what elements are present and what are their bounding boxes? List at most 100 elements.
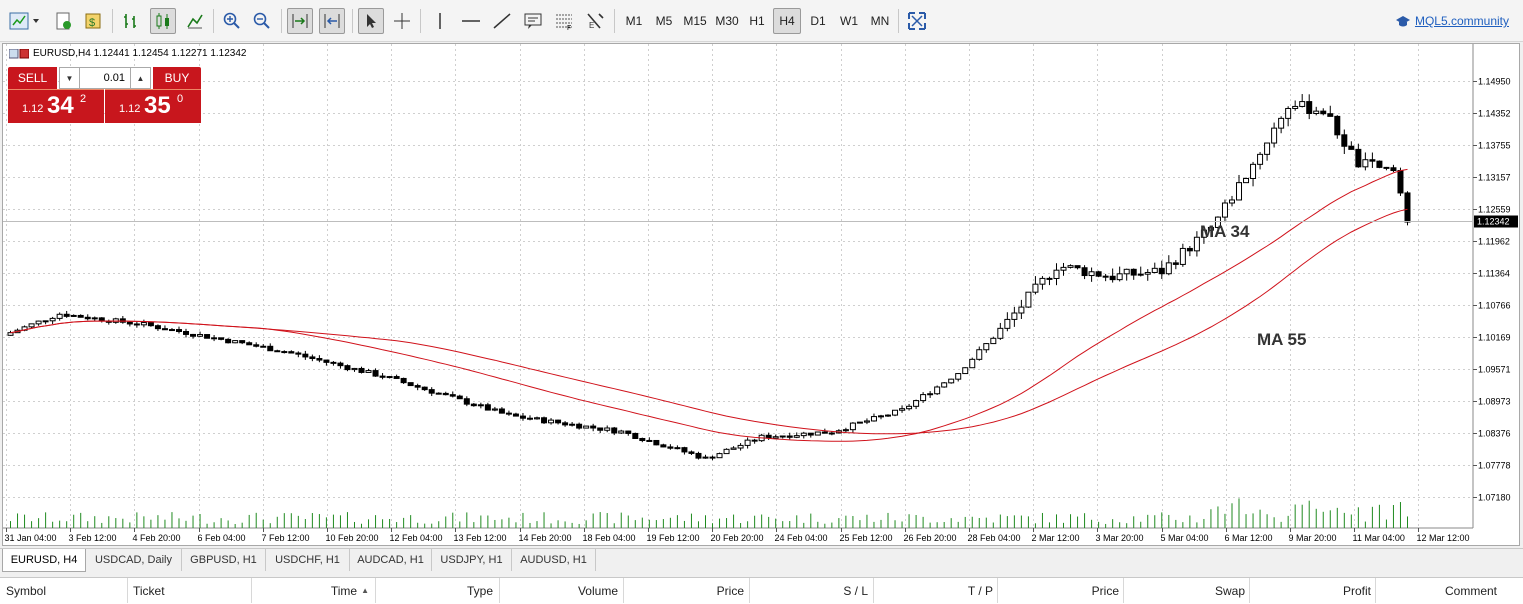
- tab-eurusd-h4[interactable]: EURUSD, H4: [2, 549, 86, 572]
- bear-candle: [590, 425, 597, 429]
- zoom-in-button[interactable]: [219, 8, 245, 34]
- bull-candle: [969, 358, 976, 369]
- crosshair-button[interactable]: [389, 8, 415, 34]
- price-chart[interactable]: 1.14950 1.14352 1.13755 1.13157 1.12559 1.119…: [3, 44, 1519, 545]
- bull-candle: [477, 404, 484, 407]
- tab-usdcad-daily[interactable]: USDCAD, Daily: [86, 549, 182, 571]
- buy-price-box[interactable]: 1.12 35 0: [105, 89, 201, 123]
- bull-candle: [56, 313, 63, 319]
- column-current-price[interactable]: Price: [998, 578, 1124, 603]
- column-stop-loss[interactable]: S / L: [750, 578, 874, 603]
- chart-shift-icon: [324, 14, 340, 28]
- bear-candle: [1320, 110, 1327, 115]
- column-profit[interactable]: Profit: [1250, 578, 1376, 603]
- lot-size-input[interactable]: 0.01: [81, 68, 129, 88]
- lot-decrease-button[interactable]: ▼: [60, 68, 80, 88]
- column-time[interactable]: Time ▲: [252, 578, 376, 603]
- column-comment[interactable]: Comment: [1376, 578, 1501, 603]
- bull-candle: [1039, 277, 1046, 285]
- buy-button[interactable]: BUY: [153, 67, 201, 89]
- timeframe-h4[interactable]: H4: [773, 8, 801, 34]
- zoom-out-button[interactable]: [249, 8, 275, 34]
- mql5-link-text: MQL5.community: [1414, 14, 1509, 28]
- column-time-label: Time: [330, 583, 358, 598]
- bear-candle: [484, 404, 491, 411]
- bear-candle: [161, 328, 168, 331]
- bull-candle: [674, 447, 681, 450]
- bear-candle: [442, 392, 449, 396]
- vertical-line-icon: [439, 13, 441, 29]
- trendline-button[interactable]: [489, 8, 515, 34]
- bull-candle: [955, 373, 962, 380]
- chart-window[interactable]: 1.14950 1.14352 1.13755 1.13157 1.12559 1.119…: [2, 43, 1520, 546]
- fibonacci-button[interactable]: F: [551, 8, 577, 34]
- column-symbol[interactable]: Symbol: [0, 578, 128, 603]
- timeframe-mn[interactable]: MN: [866, 8, 894, 34]
- price-tick-label: 1.08973: [1478, 397, 1511, 407]
- bear-candle: [407, 382, 414, 387]
- bear-candle: [218, 337, 225, 340]
- tab-usdjpy-h1[interactable]: USDJPY, H1: [432, 549, 512, 571]
- column-volume[interactable]: Volume: [500, 578, 624, 603]
- bear-candle: [393, 376, 400, 379]
- bull-candle: [583, 425, 590, 429]
- bull-candle: [877, 415, 884, 418]
- trendline-icon: [493, 13, 511, 29]
- cursor-button[interactable]: [358, 8, 384, 34]
- bear-candle: [1186, 247, 1193, 252]
- bar-chart-icon: [124, 14, 136, 28]
- bear-candle: [470, 403, 477, 407]
- bull-candle: [1018, 306, 1025, 314]
- chart-shift-button[interactable]: [319, 8, 345, 34]
- timeframe-m1[interactable]: M1: [620, 8, 648, 34]
- bear-candle: [562, 422, 569, 426]
- vertical-line-button[interactable]: [427, 8, 453, 34]
- mql5-community-link[interactable]: MQL5.community: [1395, 14, 1509, 28]
- time-tick-label: 5 Mar 04:00: [1161, 533, 1209, 543]
- ma-34-label: MA 34: [1200, 222, 1250, 241]
- column-price[interactable]: Price: [624, 578, 750, 603]
- bear-candle: [611, 427, 618, 434]
- candlestick-chart-button[interactable]: [150, 8, 176, 34]
- bear-candle: [1130, 268, 1137, 276]
- line-chart-button[interactable]: [182, 8, 208, 34]
- bear-candle: [274, 350, 281, 353]
- tab-audusd-h1[interactable]: AUDUSD, H1: [512, 549, 596, 571]
- timeframe-m15[interactable]: M15: [680, 8, 710, 34]
- timeframe-w1[interactable]: W1: [836, 8, 862, 34]
- lot-size-stepper[interactable]: ▼ 0.01 ▲: [59, 67, 151, 89]
- tab-audcad-h1[interactable]: AUDCAD, H1: [350, 549, 432, 571]
- price-tick-label: 1.07180: [1478, 493, 1511, 503]
- bar-chart-button[interactable]: [118, 8, 144, 34]
- timeframe-m5[interactable]: M5: [650, 8, 678, 34]
- tab-gbpusd-h1[interactable]: GBPUSD, H1: [182, 549, 266, 571]
- horizontal-line-button[interactable]: [458, 8, 484, 34]
- new-chart-button[interactable]: [6, 8, 42, 34]
- profiles-button[interactable]: [50, 8, 76, 34]
- column-ticket[interactable]: Ticket: [128, 578, 252, 603]
- price-tick-label: 1.13157: [1478, 173, 1511, 183]
- sell-price-box[interactable]: 1.12 34 2: [8, 89, 104, 123]
- bull-candle: [1032, 283, 1039, 293]
- fullscreen-button[interactable]: [904, 8, 930, 34]
- time-tick-label: 10 Feb 20:00: [326, 533, 379, 543]
- bear-candle: [372, 370, 379, 377]
- timeframe-h1[interactable]: H1: [744, 8, 770, 34]
- bull-candle: [1285, 107, 1292, 119]
- auto-scroll-button[interactable]: [287, 8, 313, 34]
- bear-candle: [541, 417, 548, 424]
- timeframe-d1[interactable]: D1: [805, 8, 831, 34]
- timeframe-m30[interactable]: M30: [712, 8, 742, 34]
- column-type[interactable]: Type: [376, 578, 500, 603]
- bear-candle: [765, 434, 772, 439]
- column-swap[interactable]: Swap: [1124, 578, 1250, 603]
- market-watch-button[interactable]: $: [80, 8, 106, 34]
- indicators-button[interactable]: E: [582, 8, 608, 34]
- sell-button[interactable]: SELL: [8, 67, 57, 89]
- buy-price-sup: 0: [177, 93, 184, 105]
- lot-increase-button[interactable]: ▲: [130, 68, 150, 88]
- bull-candle: [828, 432, 835, 435]
- column-take-profit[interactable]: T / P: [874, 578, 998, 603]
- text-label-button[interactable]: [520, 8, 546, 34]
- tab-usdchf-h1[interactable]: USDCHF, H1: [266, 549, 350, 571]
